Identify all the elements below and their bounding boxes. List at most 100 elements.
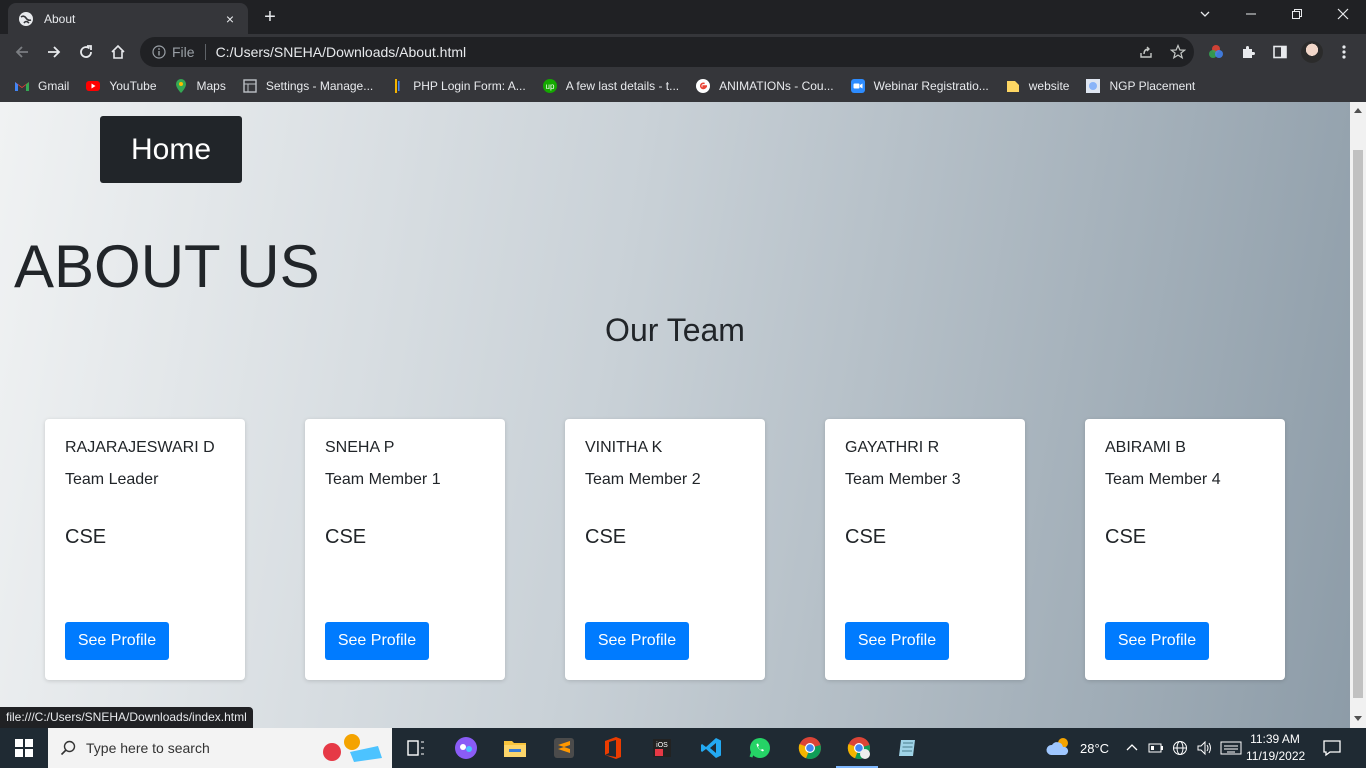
php-icon (389, 78, 405, 94)
page-title: ABOUT US (14, 233, 320, 300)
svg-text:iOS: iOS (656, 742, 668, 749)
volume-icon[interactable] (1196, 728, 1212, 768)
windows-start-icon[interactable] (0, 728, 48, 768)
member-name: ABIRAMI B (1105, 439, 1186, 456)
bookmark-settings[interactable]: Settings - Manage... (242, 78, 373, 94)
member-name: VINITHA K (585, 439, 663, 456)
bookmark-label: Gmail (38, 79, 70, 93)
team-card: RAJARAJESWARI D Team Leader CSE See Prof… (45, 419, 245, 680)
new-tab-button[interactable]: + (258, 5, 282, 29)
ngp-icon (1085, 78, 1101, 94)
info-icon[interactable] (152, 45, 166, 59)
see-profile-button[interactable]: See Profile (1105, 622, 1209, 660)
bookmark-animations[interactable]: ANIMATIONs - Cou... (695, 78, 834, 94)
side-panel-icon[interactable] (1268, 40, 1292, 64)
bookmark-maps[interactable]: Maps (173, 78, 226, 94)
system-clock[interactable]: 11:39 AM 11/19/2022 (1246, 731, 1305, 765)
member-name: GAYATHRI R (845, 439, 940, 456)
office-icon[interactable] (599, 734, 627, 762)
bookmark-gmail[interactable]: Gmail (14, 78, 69, 94)
zoom-icon (850, 78, 866, 94)
extensions-puzzle-icon[interactable] (1236, 40, 1260, 64)
url-scheme-label: File (172, 44, 195, 60)
bookmark-label: YouTube (109, 79, 157, 93)
scroll-up-arrow-icon[interactable] (1354, 108, 1362, 113)
google-icon (695, 78, 711, 94)
see-profile-button[interactable]: See Profile (65, 622, 169, 660)
home-button[interactable]: Home (100, 116, 242, 183)
bookmark-label: ANIMATIONs - Cou... (719, 79, 834, 93)
chrome-icon[interactable] (796, 734, 824, 762)
bookmark-label: Settings - Manage... (265, 79, 374, 93)
team-card: VINITHA K Team Member 2 CSE See Profile (565, 419, 765, 680)
forward-arrow-icon[interactable] (40, 38, 68, 66)
folder-icon (1005, 78, 1021, 94)
search-highlight-icon (316, 732, 386, 767)
member-role: Team Member 4 (1105, 471, 1221, 488)
url-text[interactable]: C:/Users/SNEHA/Downloads/About.html (216, 44, 1130, 60)
member-department: CSE (1105, 526, 1147, 548)
sublime-text-icon[interactable] (550, 734, 578, 762)
keyboard-icon[interactable] (1220, 728, 1242, 768)
copilot-app-icon[interactable] (452, 734, 480, 762)
minimize-icon[interactable] (1228, 0, 1274, 30)
omnibox-divider (204, 44, 206, 60)
close-tab-icon[interactable]: × (222, 11, 238, 27)
back-arrow-icon[interactable] (8, 38, 36, 66)
bookmark-website-folder[interactable]: website (1005, 78, 1070, 94)
youtube-icon (85, 78, 101, 94)
menu-dots-icon[interactable] (1332, 40, 1356, 64)
bookmark-label: Webinar Registratio... (873, 79, 989, 93)
weather-temperature: 28°C (1080, 740, 1110, 756)
taskbar-search-box[interactable]: Type here to search (48, 728, 392, 768)
notification-center-icon[interactable] (1322, 728, 1342, 768)
upwork-icon: up (542, 78, 558, 94)
globe-icon (18, 11, 34, 27)
bookmark-label: Maps (196, 79, 226, 93)
tab-about[interactable]: About × (8, 3, 248, 34)
svg-text:up: up (545, 82, 554, 91)
task-view-icon[interactable] (402, 734, 430, 762)
team-card: ABIRAMI B Team Member 4 CSE See Profile (1085, 419, 1285, 680)
vscode-icon[interactable] (697, 734, 725, 762)
media-app-icon[interactable]: iOS (648, 734, 676, 762)
close-window-icon[interactable] (1320, 0, 1366, 30)
bookmark-php-login[interactable]: PHP Login Form: A... (389, 78, 526, 94)
chrome-profile-icon[interactable] (845, 734, 873, 762)
show-hidden-icons-icon[interactable] (1126, 728, 1138, 768)
bookmark-star-icon[interactable] (1162, 44, 1194, 60)
tab-search-icon[interactable] (1182, 0, 1228, 30)
file-explorer-icon[interactable] (501, 734, 529, 762)
page-scrollbar[interactable] (1350, 102, 1366, 728)
home-icon[interactable] (104, 38, 132, 66)
bookmark-label: PHP Login Form: A... (413, 79, 526, 93)
link-status-bar: file:///C:/Users/SNEHA/Downloads/index.h… (0, 707, 253, 728)
share-icon[interactable] (1130, 44, 1162, 60)
see-profile-button[interactable]: See Profile (845, 622, 949, 660)
bookmark-youtube[interactable]: YouTube (85, 78, 157, 94)
bookmark-upwork[interactable]: up A few last details - t... (542, 78, 679, 94)
scrollbar-thumb[interactable] (1353, 150, 1363, 698)
weather-widget[interactable]: 28°C (1046, 728, 1109, 768)
see-profile-button[interactable]: See Profile (585, 622, 689, 660)
bookmark-webinar[interactable]: Webinar Registratio... (850, 78, 989, 94)
maps-icon (173, 78, 189, 94)
battery-icon[interactable] (1148, 728, 1164, 768)
member-role: Team Leader (65, 471, 159, 488)
reload-icon[interactable] (72, 38, 100, 66)
bookmark-label: website (1028, 79, 1070, 93)
address-bar[interactable]: File C:/Users/SNEHA/Downloads/About.html (140, 37, 1194, 67)
scroll-down-arrow-icon[interactable] (1354, 716, 1362, 721)
network-globe-icon[interactable] (1172, 728, 1188, 768)
tab-title: About (44, 11, 76, 26)
profile-avatar[interactable] (1301, 41, 1323, 63)
browser-toolbar: File C:/Users/SNEHA/Downloads/About.html (0, 34, 1366, 70)
see-profile-button[interactable]: See Profile (325, 622, 429, 660)
notes-app-icon[interactable] (894, 734, 922, 762)
restore-icon[interactable] (1274, 0, 1320, 30)
whatsapp-icon[interactable] (746, 734, 774, 762)
bookmarks-bar: Gmail YouTube Maps Settings - Manage... … (0, 70, 1366, 102)
bookmark-ngp-placement[interactable]: NGP Placement (1085, 78, 1195, 94)
bookmark-label: NGP Placement (1109, 79, 1196, 93)
color-extension-icon[interactable] (1204, 40, 1228, 64)
